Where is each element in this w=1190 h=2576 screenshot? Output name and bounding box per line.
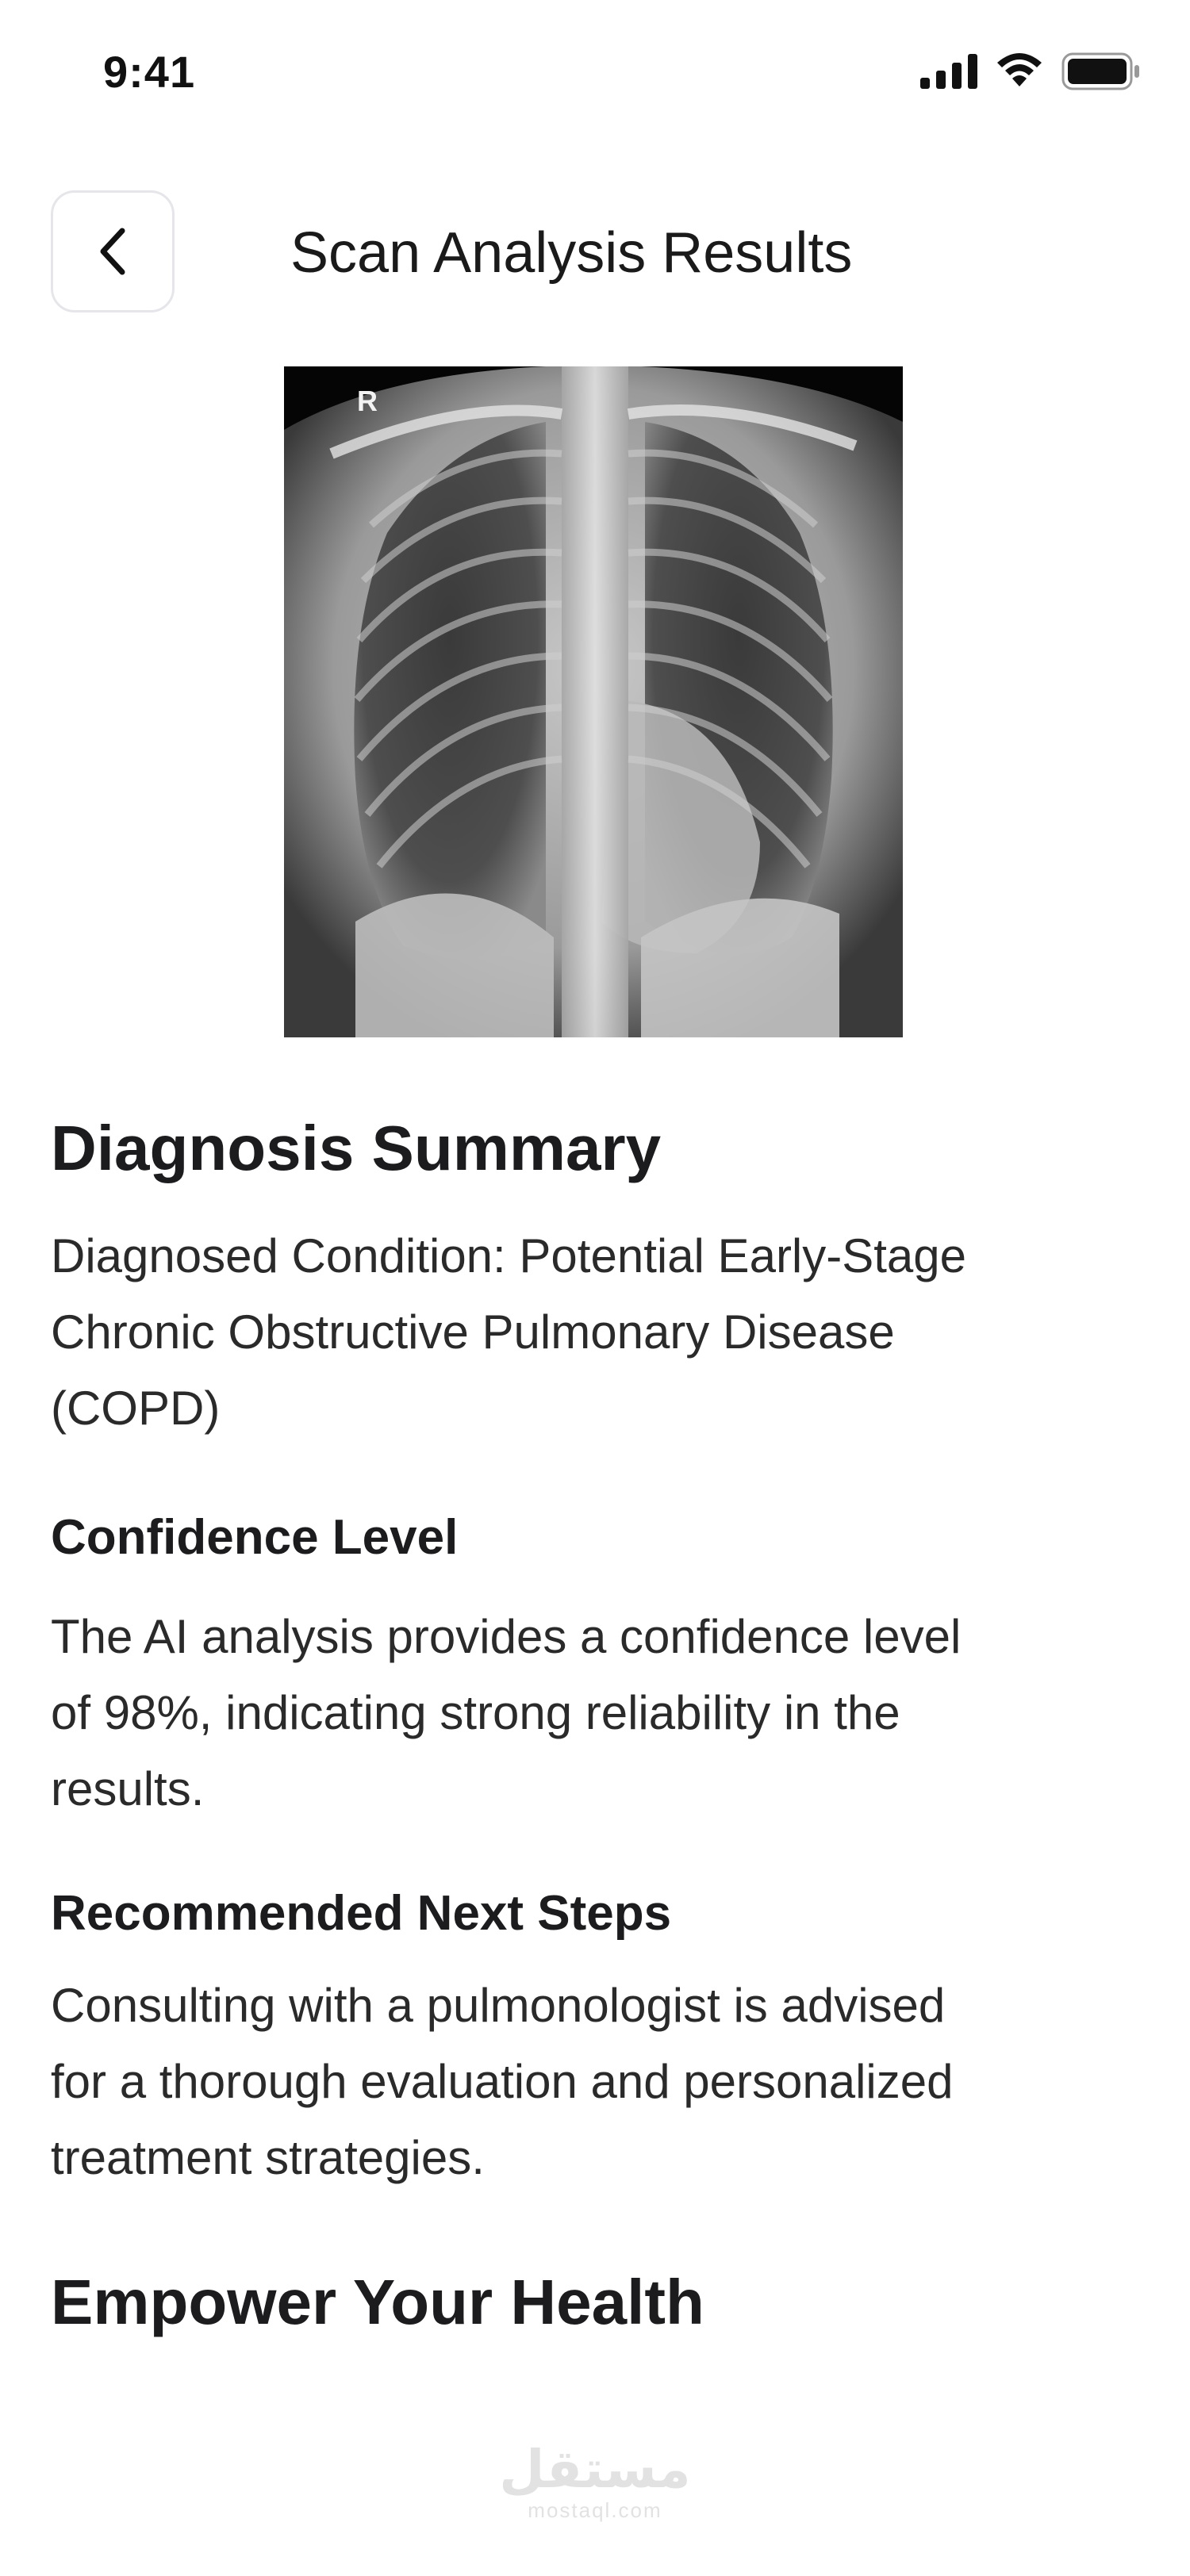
next-steps-line: treatment strategies.: [51, 2130, 485, 2184]
wifi-icon: [997, 53, 1042, 86]
back-button[interactable]: [51, 190, 175, 312]
watermark-latin: mostaql.com: [528, 2498, 662, 2522]
status-icons: [920, 52, 1141, 90]
confidence-line: The AI analysis provides a confidence le…: [51, 1610, 962, 1664]
status-time: 9:41: [103, 47, 196, 97]
watermark-arabic: مستقل: [499, 2440, 691, 2498]
next-steps-heading: Recommended Next Steps: [51, 1886, 672, 1942]
next-steps-line: for a thorough evaluation and personaliz…: [51, 2054, 954, 2108]
empower-heading: Empower Your Health: [51, 2266, 704, 2337]
diagnosis-heading: Diagnosis Summary: [51, 1113, 662, 1183]
chevron-left-icon: [100, 228, 125, 275]
diagnosis-line: (COPD): [51, 1382, 221, 1435]
diagnosis-text: Diagnosed Condition: Potential Early-Sta…: [51, 1218, 1146, 1447]
next-steps-text: Consulting with a pulmonologist is advis…: [51, 1968, 1146, 2196]
confidence-line: results.: [51, 1762, 205, 1816]
diagnosis-line: Chronic Obstructive Pulmonary Disease: [51, 1305, 895, 1359]
diagnosis-line: Diagnosed Condition: Potential Early-Sta…: [51, 1229, 967, 1282]
confidence-heading: Confidence Level: [51, 1510, 459, 1565]
status-bar: 9:41: [0, 0, 1190, 151]
header: Scan Analysis Results: [0, 189, 1190, 316]
xray-marker: R: [357, 385, 378, 417]
confidence-line: of 98%, indicating strong reliability in…: [51, 1686, 900, 1740]
signal-icon: [920, 54, 977, 89]
watermark-logo: مستقل mostaql.com: [0, 2443, 1190, 2523]
next-steps-line: Consulting with a pulmonologist is advis…: [51, 1978, 946, 2032]
confidence-text: The AI analysis provides a confidence le…: [51, 1599, 1146, 1827]
chest-xray-image: R: [284, 366, 903, 1037]
results-content: Diagnosis Summary Diagnosed Condition: P…: [51, 1110, 1146, 2340]
page-title: Scan Analysis Results: [290, 221, 853, 285]
battery-icon: [1061, 52, 1139, 90]
